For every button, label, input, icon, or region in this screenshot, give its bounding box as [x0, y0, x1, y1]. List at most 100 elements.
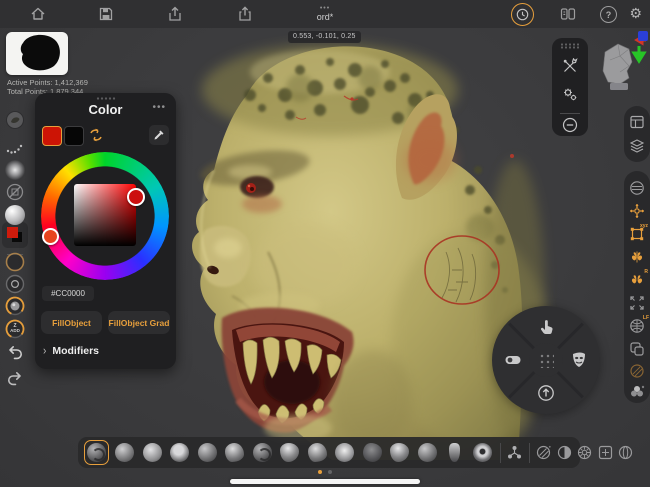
ellipse-icon[interactable] [617, 444, 634, 461]
secondary-color-swatch[interactable] [64, 126, 84, 146]
color-wheel[interactable] [41, 152, 169, 280]
radial-symmetry-icon[interactable] [629, 272, 645, 288]
brush-thumbnail [473, 443, 492, 462]
settings-gear-icon[interactable]: ⚙ [629, 4, 642, 22]
eyedropper-button[interactable] [149, 125, 169, 145]
brush-strip [78, 437, 580, 468]
camview-widget[interactable] [593, 30, 650, 94]
help-icon[interactable]: ? [600, 6, 617, 23]
subdivision-icon[interactable] [629, 383, 645, 399]
panel-drag-handle[interactable] [96, 97, 116, 100]
panel-grip-dots[interactable] [560, 43, 580, 49]
gears-icon[interactable] [562, 86, 578, 102]
scene-panel-icon[interactable] [560, 6, 576, 22]
brush-thumbnail [253, 443, 272, 462]
material-sphere-icon[interactable] [5, 205, 25, 225]
import-arrow-icon[interactable] [537, 384, 555, 402]
touch-gesture-icon[interactable] [537, 318, 555, 336]
brush-2[interactable] [113, 441, 137, 465]
brush-11[interactable] [360, 441, 384, 465]
z-intensity-ring [5, 296, 25, 316]
half-sphere-icon[interactable] [556, 444, 573, 461]
wireframe-icon[interactable] [629, 318, 645, 334]
brush-7[interactable] [250, 441, 274, 465]
masking-icon[interactable] [629, 363, 645, 379]
history-icon[interactable] [511, 3, 534, 26]
eyedropper-icon [153, 129, 165, 141]
brush-10[interactable] [333, 441, 357, 465]
wheel-drag-handle[interactable] [529, 343, 563, 377]
brush-strip-tail [498, 443, 635, 463]
zadd-label: ADD [10, 329, 20, 334]
mask-face-icon[interactable] [570, 351, 588, 369]
draw-size-dial[interactable] [5, 252, 25, 272]
frame-target-icon[interactable] [597, 444, 614, 461]
undo-icon[interactable] [5, 342, 25, 362]
zadd-dial[interactable]: Z ADD [5, 319, 25, 339]
home-indicator[interactable] [230, 479, 420, 484]
sculpt-viewport[interactable]: 0.553, -0.101, 0.25 Active Points: 1,412… [0, 28, 650, 487]
expand-icon[interactable] [629, 295, 645, 311]
chevron-right-icon: › [43, 344, 46, 357]
camview-head [593, 30, 650, 94]
strip-divider [500, 443, 501, 463]
primary-color-swatch[interactable] [42, 126, 62, 146]
model-thumbnail[interactable] [6, 32, 68, 75]
swap-colors-icon[interactable] [87, 126, 105, 144]
transform-box-icon[interactable] [629, 226, 645, 242]
hue-handle[interactable] [42, 228, 59, 245]
hierarchy-icon[interactable] [506, 444, 523, 461]
brush-13[interactable] [415, 441, 439, 465]
brush-3[interactable] [140, 441, 164, 465]
strip-divider [529, 443, 530, 463]
saturation-handle[interactable] [127, 188, 145, 206]
brush-tool-icon[interactable] [5, 110, 25, 130]
brush-thumbnail [225, 443, 244, 462]
redo-icon[interactable] [5, 368, 25, 388]
color-panel[interactable]: Color ••• #CC0000 FillObject [35, 93, 176, 369]
brush-4[interactable] [168, 441, 192, 465]
stroke-icon[interactable] [5, 137, 25, 157]
fill-object-button[interactable]: FillObject [41, 311, 102, 334]
page-dot[interactable] [328, 470, 332, 474]
falloff-icon[interactable] [5, 160, 25, 180]
modifiers-row[interactable]: › Modifiers [43, 345, 99, 357]
symmetry-icon[interactable] [629, 249, 645, 265]
right-toolbar-main-group: xyz R LF [624, 171, 650, 403]
primary-color-chip [7, 227, 18, 238]
brush-12[interactable] [388, 441, 412, 465]
panel-divider [560, 113, 580, 114]
brush-9[interactable] [305, 441, 329, 465]
fill-object-grad-button[interactable]: FillObject Grad [108, 311, 170, 334]
z-intensity-dial[interactable] [5, 296, 25, 316]
solo-icon[interactable] [629, 341, 645, 357]
tool-panel-icon[interactable] [629, 114, 645, 130]
brush-8[interactable] [278, 441, 302, 465]
polygroups-icon[interactable] [629, 180, 645, 196]
page-dot-active[interactable] [318, 470, 322, 474]
color-panel-menu[interactable]: ••• [152, 102, 166, 113]
brush-5[interactable] [195, 441, 219, 465]
mask-sphere-icon[interactable] [535, 444, 552, 461]
focal-shift-dial[interactable] [5, 274, 25, 294]
camera-icon[interactable] [504, 351, 522, 369]
hex-value[interactable]: #CC0000 [42, 286, 94, 301]
brush-thumbnail [449, 443, 460, 462]
sculpt-tools-icon[interactable] [562, 58, 578, 74]
brush-15[interactable] [470, 441, 494, 465]
collapse-minus-icon[interactable] [562, 117, 578, 133]
subtool-layers-icon[interactable] [629, 138, 645, 154]
color-swatch-tile[interactable] [2, 222, 28, 248]
brush-1[interactable] [84, 440, 109, 465]
brush-6[interactable] [223, 441, 247, 465]
brush-thumbnail [335, 443, 354, 462]
alpha-icon[interactable] [5, 182, 25, 202]
brush-thumbnail [308, 443, 327, 462]
model-silhouette [6, 32, 68, 75]
gear-sphere-icon[interactable] [576, 444, 593, 461]
quick-tools-panel[interactable] [552, 38, 588, 136]
navigation-wheel[interactable] [492, 306, 600, 414]
gizmo-icon[interactable] [629, 203, 645, 219]
brush-page-dots[interactable] [318, 470, 332, 474]
brush-14[interactable] [443, 441, 467, 465]
